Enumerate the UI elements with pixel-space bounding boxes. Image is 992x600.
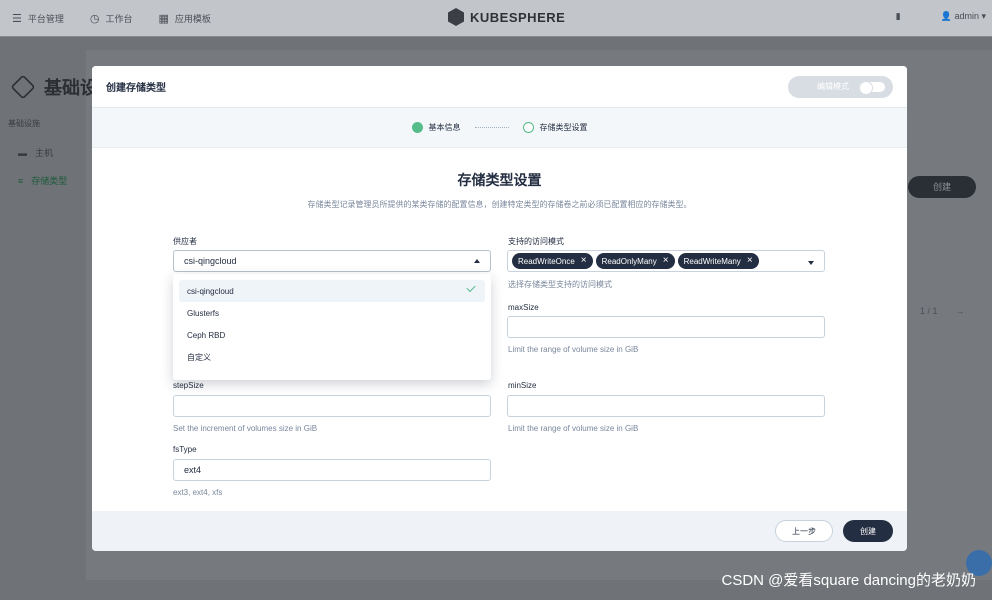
notification-icon[interactable]: ▮	[896, 11, 901, 22]
watermark: CSDN @爱看square dancing的老奶奶	[721, 572, 976, 589]
provider-value: csi-qingcloud	[184, 256, 237, 266]
previous-step-button[interactable]: 上一步	[775, 520, 833, 542]
toggle-switch-icon	[859, 80, 885, 95]
stepsize-label: stepSize	[173, 381, 204, 390]
logo-text: KUBESPHERE	[470, 9, 566, 25]
access-mode-tag: ReadWriteMany ×	[677, 253, 759, 269]
next-page-icon[interactable]: →	[956, 306, 965, 316]
section-title: 存储类型设置	[457, 172, 542, 188]
fstype-value: ext4	[184, 465, 202, 475]
option-label: Ceph RBD	[187, 330, 226, 340]
step-label: 基本信息	[428, 123, 461, 132]
access-mode-tag: ReadOnlyMany ×	[595, 253, 675, 269]
access-mode-tag: ReadWriteOnce ×	[512, 253, 593, 269]
minsize-hint: Limit the range of volume size in GiB	[508, 424, 639, 433]
provider-option[interactable]: Glusterfs	[179, 302, 485, 324]
tag-label: ReadOnlyMany	[601, 256, 657, 266]
provider-option[interactable]: csi-qingcloud	[179, 280, 485, 302]
option-label: 自定义	[187, 352, 211, 362]
modal-footer: 上一步 创建	[92, 511, 907, 551]
fstype-hint: ext3, ext4, xfs	[173, 488, 223, 497]
user-name: admin	[954, 11, 979, 21]
close-icon[interactable]: ×	[663, 256, 669, 266]
topbar-right: ▮ 👤 admin ▾	[896, 11, 986, 22]
background-create-button[interactable]: 创建	[908, 176, 976, 198]
provider-dropdown: csi-qingcloud Glusterfs Ceph RBD 自定义	[173, 274, 491, 380]
stepsize-input[interactable]	[173, 395, 491, 417]
stepsize-hint: Set the increment of volumes size in GiB	[173, 424, 318, 433]
sidebar-item-label: 主机	[35, 148, 54, 158]
create-storage-class-modal: 创建存储类型 编辑模式 基本信息 存储类型设置 存储类型设置 存储类型记录管理员…	[92, 66, 907, 551]
modal-body: 存储类型设置 存储类型记录管理员所提供的某类存储的配置信息，创建特定类型的存储卷…	[92, 148, 907, 511]
maxsize-label: maxSize	[508, 303, 539, 312]
cube-icon	[10, 74, 36, 100]
nav-workbench[interactable]: ◷ 工作台	[90, 12, 133, 25]
page-indicator: 1 / 1	[920, 306, 938, 316]
create-button[interactable]: 创建	[843, 520, 893, 542]
provider-select[interactable]: csi-qingcloud	[173, 250, 491, 272]
step-label: 存储类型设置	[539, 123, 588, 132]
provider-option[interactable]: Ceph RBD	[179, 324, 485, 346]
modal-header: 创建存储类型 编辑模式	[92, 66, 907, 108]
provider-option[interactable]: 自定义	[179, 346, 485, 368]
option-label: csi-qingcloud	[187, 286, 234, 296]
maxsize-hint: Limit the range of volume size in GiB	[508, 345, 639, 354]
app-templates-icon: ▦	[158, 12, 169, 25]
top-bar: ☰ 平台管理 ◷ 工作台 ▦ 应用模板 KUBESPHERE ▮ 👤 admin…	[0, 0, 992, 36]
storage-icon: ≡	[18, 175, 24, 186]
nav-app-templates[interactable]: ▦ 应用模板	[159, 12, 211, 25]
maxsize-input[interactable]	[507, 316, 825, 338]
minsize-input[interactable]	[507, 395, 825, 417]
fstype-input[interactable]: ext4	[173, 459, 491, 481]
sidebar-group-label: 基础设施	[8, 119, 40, 128]
tag-label: ReadWriteMany	[683, 256, 741, 266]
page-title: 基础设	[10, 74, 98, 100]
nav-platform[interactable]: ☰ 平台管理	[12, 12, 64, 25]
steps-bar: 基本信息 存储类型设置	[92, 108, 907, 148]
page-title-text: 基础设	[44, 78, 98, 98]
nav-platform-label: 平台管理	[27, 13, 64, 24]
access-modes-select[interactable]: ReadWriteOnce × ReadOnlyMany × ReadWriteMa…	[507, 250, 825, 272]
chevron-down-icon	[808, 261, 814, 265]
step-storage-settings[interactable]: 存储类型设置	[522, 122, 588, 133]
edit-mode-toggle[interactable]: 编辑模式	[788, 75, 893, 98]
close-icon[interactable]: ×	[581, 256, 587, 266]
host-icon: ▬	[18, 147, 27, 158]
step-current-icon	[522, 122, 534, 133]
nav-workbench-label: 工作台	[105, 13, 133, 24]
provider-label: 供应者	[173, 237, 197, 246]
pagination: 1 / 1 →	[920, 306, 965, 316]
nav-app-templates-label: 应用模板	[174, 13, 211, 24]
step-connector	[474, 127, 509, 128]
tag-label: ReadWriteOnce	[518, 256, 575, 266]
sidebar-item-hosts[interactable]: ▬ 主机	[18, 146, 53, 159]
sidebar-item-label: 存储类型	[31, 176, 68, 186]
kubesphere-logo-icon	[448, 8, 464, 26]
workbench-icon: ◷	[89, 12, 100, 25]
access-modes-label: 支持的访问模式	[508, 237, 564, 246]
user-menu[interactable]: 👤 admin ▾	[941, 11, 986, 22]
step-basic-info[interactable]: 基本信息	[411, 122, 461, 133]
option-label: Glusterfs	[187, 308, 220, 318]
logo: KUBESPHERE	[448, 8, 565, 26]
menu-icon: ☰	[12, 12, 22, 25]
access-modes-hint: 选择存储类型支持的访问模式	[508, 280, 612, 289]
fstype-label: fsType	[173, 445, 197, 454]
sidebar-item-storage-classes[interactable]: ≡ 存储类型	[18, 174, 67, 187]
minsize-label: minSize	[508, 381, 537, 390]
check-icon	[466, 282, 476, 293]
step-done-icon	[411, 122, 423, 133]
section-description: 存储类型记录管理员所提供的某类存储的配置信息，创建特定类型的存储卷之前必须已配置…	[307, 200, 692, 209]
modal-title: 创建存储类型	[106, 83, 166, 94]
edit-mode-label: 编辑模式	[817, 82, 849, 91]
chevron-up-icon	[474, 259, 480, 263]
close-icon[interactable]: ×	[747, 256, 753, 266]
